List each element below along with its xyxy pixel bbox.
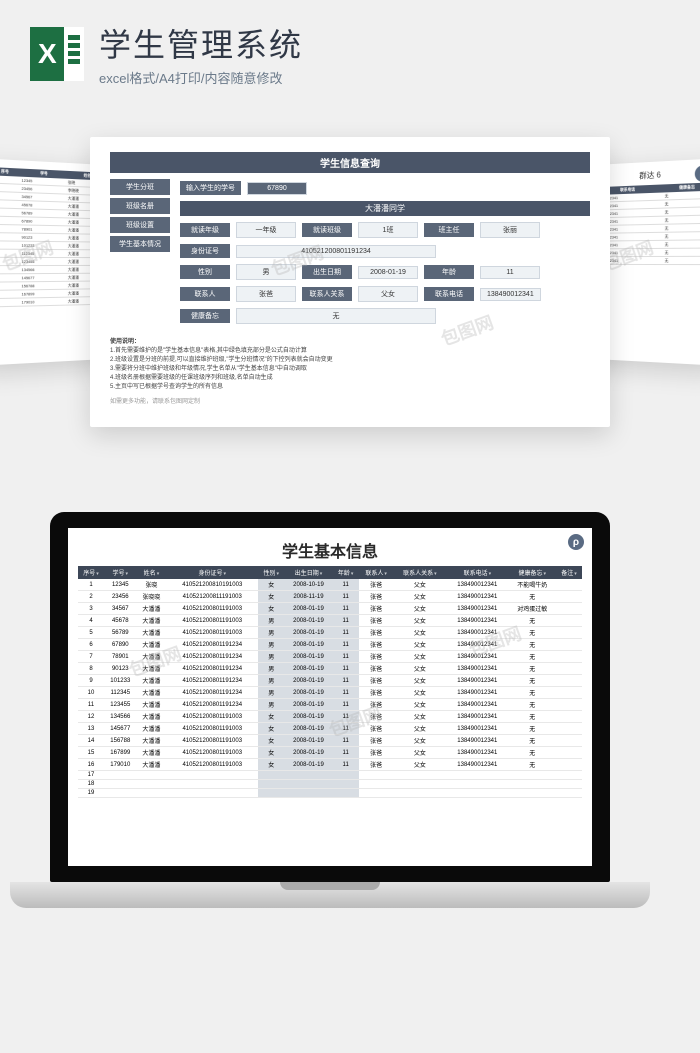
table-row[interactable]: 16179010大潘潘410521200801191003女2008-01-19… bbox=[78, 759, 582, 771]
page-header: X 学生管理系统 excel格式/A4打印/内容随意修改 bbox=[0, 0, 700, 92]
excel-icon: X bbox=[30, 27, 84, 81]
grade-label: 就读年级 bbox=[180, 223, 230, 237]
notes-footer: 如需更多功能，请联系包图网定制 bbox=[110, 398, 590, 407]
note-line: 3.需要将分班中维护班级和年级情况,学生名单从"学生基本信息"中自动调取 bbox=[110, 365, 590, 374]
gender-label: 性别 bbox=[180, 265, 230, 279]
laptop-mockup: ρ 学生基本信息 序号学号姓名身份证号性别出生日期年龄联系人联系人关系联系电话健… bbox=[0, 502, 700, 982]
table-header[interactable]: 出生日期 bbox=[284, 566, 332, 579]
note-line: 4.班级名册根据需要班级的任课班级序列和班级,名单自动生成 bbox=[110, 374, 590, 383]
preview-center: 学生信息查询 学生分班班级名册班级设置学生基本情况 输入学生的学号 67890 … bbox=[90, 137, 610, 427]
table-row[interactable]: 445678大潘潘410521200801191003男2008-01-1911… bbox=[78, 615, 582, 627]
table-header[interactable]: 年龄 bbox=[333, 566, 359, 579]
student-data-table: 序号学号姓名身份证号性别出生日期年龄联系人联系人关系联系电话健康备忘备注 112… bbox=[78, 566, 582, 798]
sidebar-btn-2[interactable]: 班级设置 bbox=[110, 217, 170, 233]
phone-label: 联系电话 bbox=[424, 287, 474, 301]
table-row[interactable]: 10112345大潘潘410521200801191234男2008-01-19… bbox=[78, 687, 582, 699]
age-value: 11 bbox=[480, 266, 540, 279]
table-row[interactable]: 9101233大潘潘410521200801191234男2008-01-191… bbox=[78, 675, 582, 687]
table-row[interactable]: 223456张晓晓410521200811191003女2008-11-1911… bbox=[78, 591, 582, 603]
birth-label: 出生日期 bbox=[302, 265, 352, 279]
table-row[interactable]: 18 bbox=[78, 780, 582, 789]
sidebar-btn-0[interactable]: 学生分班 bbox=[110, 179, 170, 195]
sidebar-btn-3[interactable]: 学生基本情况 bbox=[110, 236, 170, 252]
table-row[interactable]: 12134566大潘潘410521200801191003女2008-01-19… bbox=[78, 711, 582, 723]
laptop-screen-bezel: ρ 学生基本信息 序号学号姓名身份证号性别出生日期年龄联系人联系人关系联系电话健… bbox=[50, 512, 610, 882]
laptop-screen: ρ 学生基本信息 序号学号姓名身份证号性别出生日期年龄联系人联系人关系联系电话健… bbox=[68, 528, 592, 866]
table-header[interactable]: 序号 bbox=[78, 566, 104, 579]
table-row[interactable]: 19 bbox=[78, 789, 582, 798]
table-header[interactable]: 健康备忘 bbox=[508, 566, 555, 579]
class-label: 就读班级 bbox=[302, 223, 352, 237]
teacher-label: 班主任 bbox=[424, 223, 474, 237]
teacher-value: 张丽 bbox=[480, 222, 540, 238]
birth-value: 2008-01-19 bbox=[358, 266, 418, 279]
note-line: 1.首先需要维护的是"学生基本信息"表格,其中绿色填充部分是公式自动计算 bbox=[110, 347, 590, 356]
table-row[interactable]: 112345张晓410521200810191003女2008-10-1911张… bbox=[78, 579, 582, 591]
table-header[interactable]: 联系电话 bbox=[446, 566, 508, 579]
table-row[interactable]: 13145677大潘潘410521200801191003女2008-01-19… bbox=[78, 723, 582, 735]
table-row[interactable]: 778901大潘潘410521200801191234男2008-01-1911… bbox=[78, 651, 582, 663]
table-header[interactable]: 联系人关系 bbox=[394, 566, 447, 579]
contact-label: 联系人 bbox=[180, 287, 230, 301]
table-row[interactable]: 15167899大潘潘410521200801191003女2008-01-19… bbox=[78, 747, 582, 759]
table-row[interactable]: 14156788大潘潘410521200801191003女2008-01-19… bbox=[78, 735, 582, 747]
table-header[interactable]: 学号 bbox=[104, 566, 137, 579]
main-title: 学生管理系统 bbox=[99, 20, 670, 66]
health-label: 健康备忘 bbox=[180, 309, 230, 323]
class-value: 1班 bbox=[358, 222, 418, 238]
student-name-bar: 大潘潘同学 bbox=[180, 201, 590, 216]
health-value: 无 bbox=[236, 308, 436, 324]
notes-title: 使用说明： bbox=[110, 338, 590, 347]
contact-value: 张爸 bbox=[236, 286, 296, 302]
query-title: 学生信息查询 bbox=[110, 152, 590, 173]
note-line: 2.班级设置是分班的前提,可以直接维护班级,"学生分班情况"的下控列表就会自动变… bbox=[110, 356, 590, 365]
age-label: 年龄 bbox=[424, 265, 474, 279]
relation-value: 父女 bbox=[358, 286, 418, 302]
usage-notes: 使用说明： 1.首先需要维护的是"学生基本信息"表格,其中绿色填充部分是公式自动… bbox=[110, 338, 590, 407]
sidebar-btn-1[interactable]: 班级名册 bbox=[110, 198, 170, 214]
table-row[interactable]: 11123455大潘潘410521200801191234男2008-01-19… bbox=[78, 699, 582, 711]
preview-stage: 序号学号姓名 112345张晓223456李晓晓334567大潘潘445678大… bbox=[0, 112, 700, 472]
table-row[interactable]: 890123大潘潘410521200801191234男2008-01-1911… bbox=[78, 663, 582, 675]
table-header[interactable]: 联系人 bbox=[359, 566, 394, 579]
sub-title: excel格式/A4打印/内容随意修改 bbox=[99, 68, 670, 87]
input-label: 输入学生的学号 bbox=[180, 181, 241, 195]
table-header[interactable]: 姓名 bbox=[137, 566, 167, 579]
grade-value: 一年级 bbox=[236, 222, 296, 238]
table-row[interactable]: 334567大潘潘410521200801191003女2008-01-1911… bbox=[78, 603, 582, 615]
id-label: 身份证号 bbox=[180, 244, 230, 258]
excel-icon-letter: X bbox=[38, 38, 57, 70]
logo-icon: ρ bbox=[568, 534, 584, 550]
table-row[interactable]: 17 bbox=[78, 771, 582, 780]
gender-value: 男 bbox=[236, 264, 296, 280]
id-value: 410521200801191234 bbox=[236, 245, 436, 258]
table-header[interactable]: 备注 bbox=[556, 566, 582, 579]
student-id-input[interactable]: 67890 bbox=[247, 182, 307, 195]
table-header[interactable]: 身份证号 bbox=[166, 566, 258, 579]
relation-label: 联系人关系 bbox=[302, 287, 352, 301]
table-header[interactable]: 性别 bbox=[258, 566, 284, 579]
screen-title: 学生基本信息 bbox=[78, 538, 582, 562]
table-row[interactable]: 556789大潘潘410521200801191003男2008-01-1911… bbox=[78, 627, 582, 639]
laptop-base bbox=[10, 882, 650, 908]
phone-value: 138490012341 bbox=[480, 288, 541, 301]
table-row[interactable]: 667890大潘潘410521200801191234男2008-01-1911… bbox=[78, 639, 582, 651]
note-line: 5.主页中写已根据学号查询学生的所有信息 bbox=[110, 383, 590, 392]
